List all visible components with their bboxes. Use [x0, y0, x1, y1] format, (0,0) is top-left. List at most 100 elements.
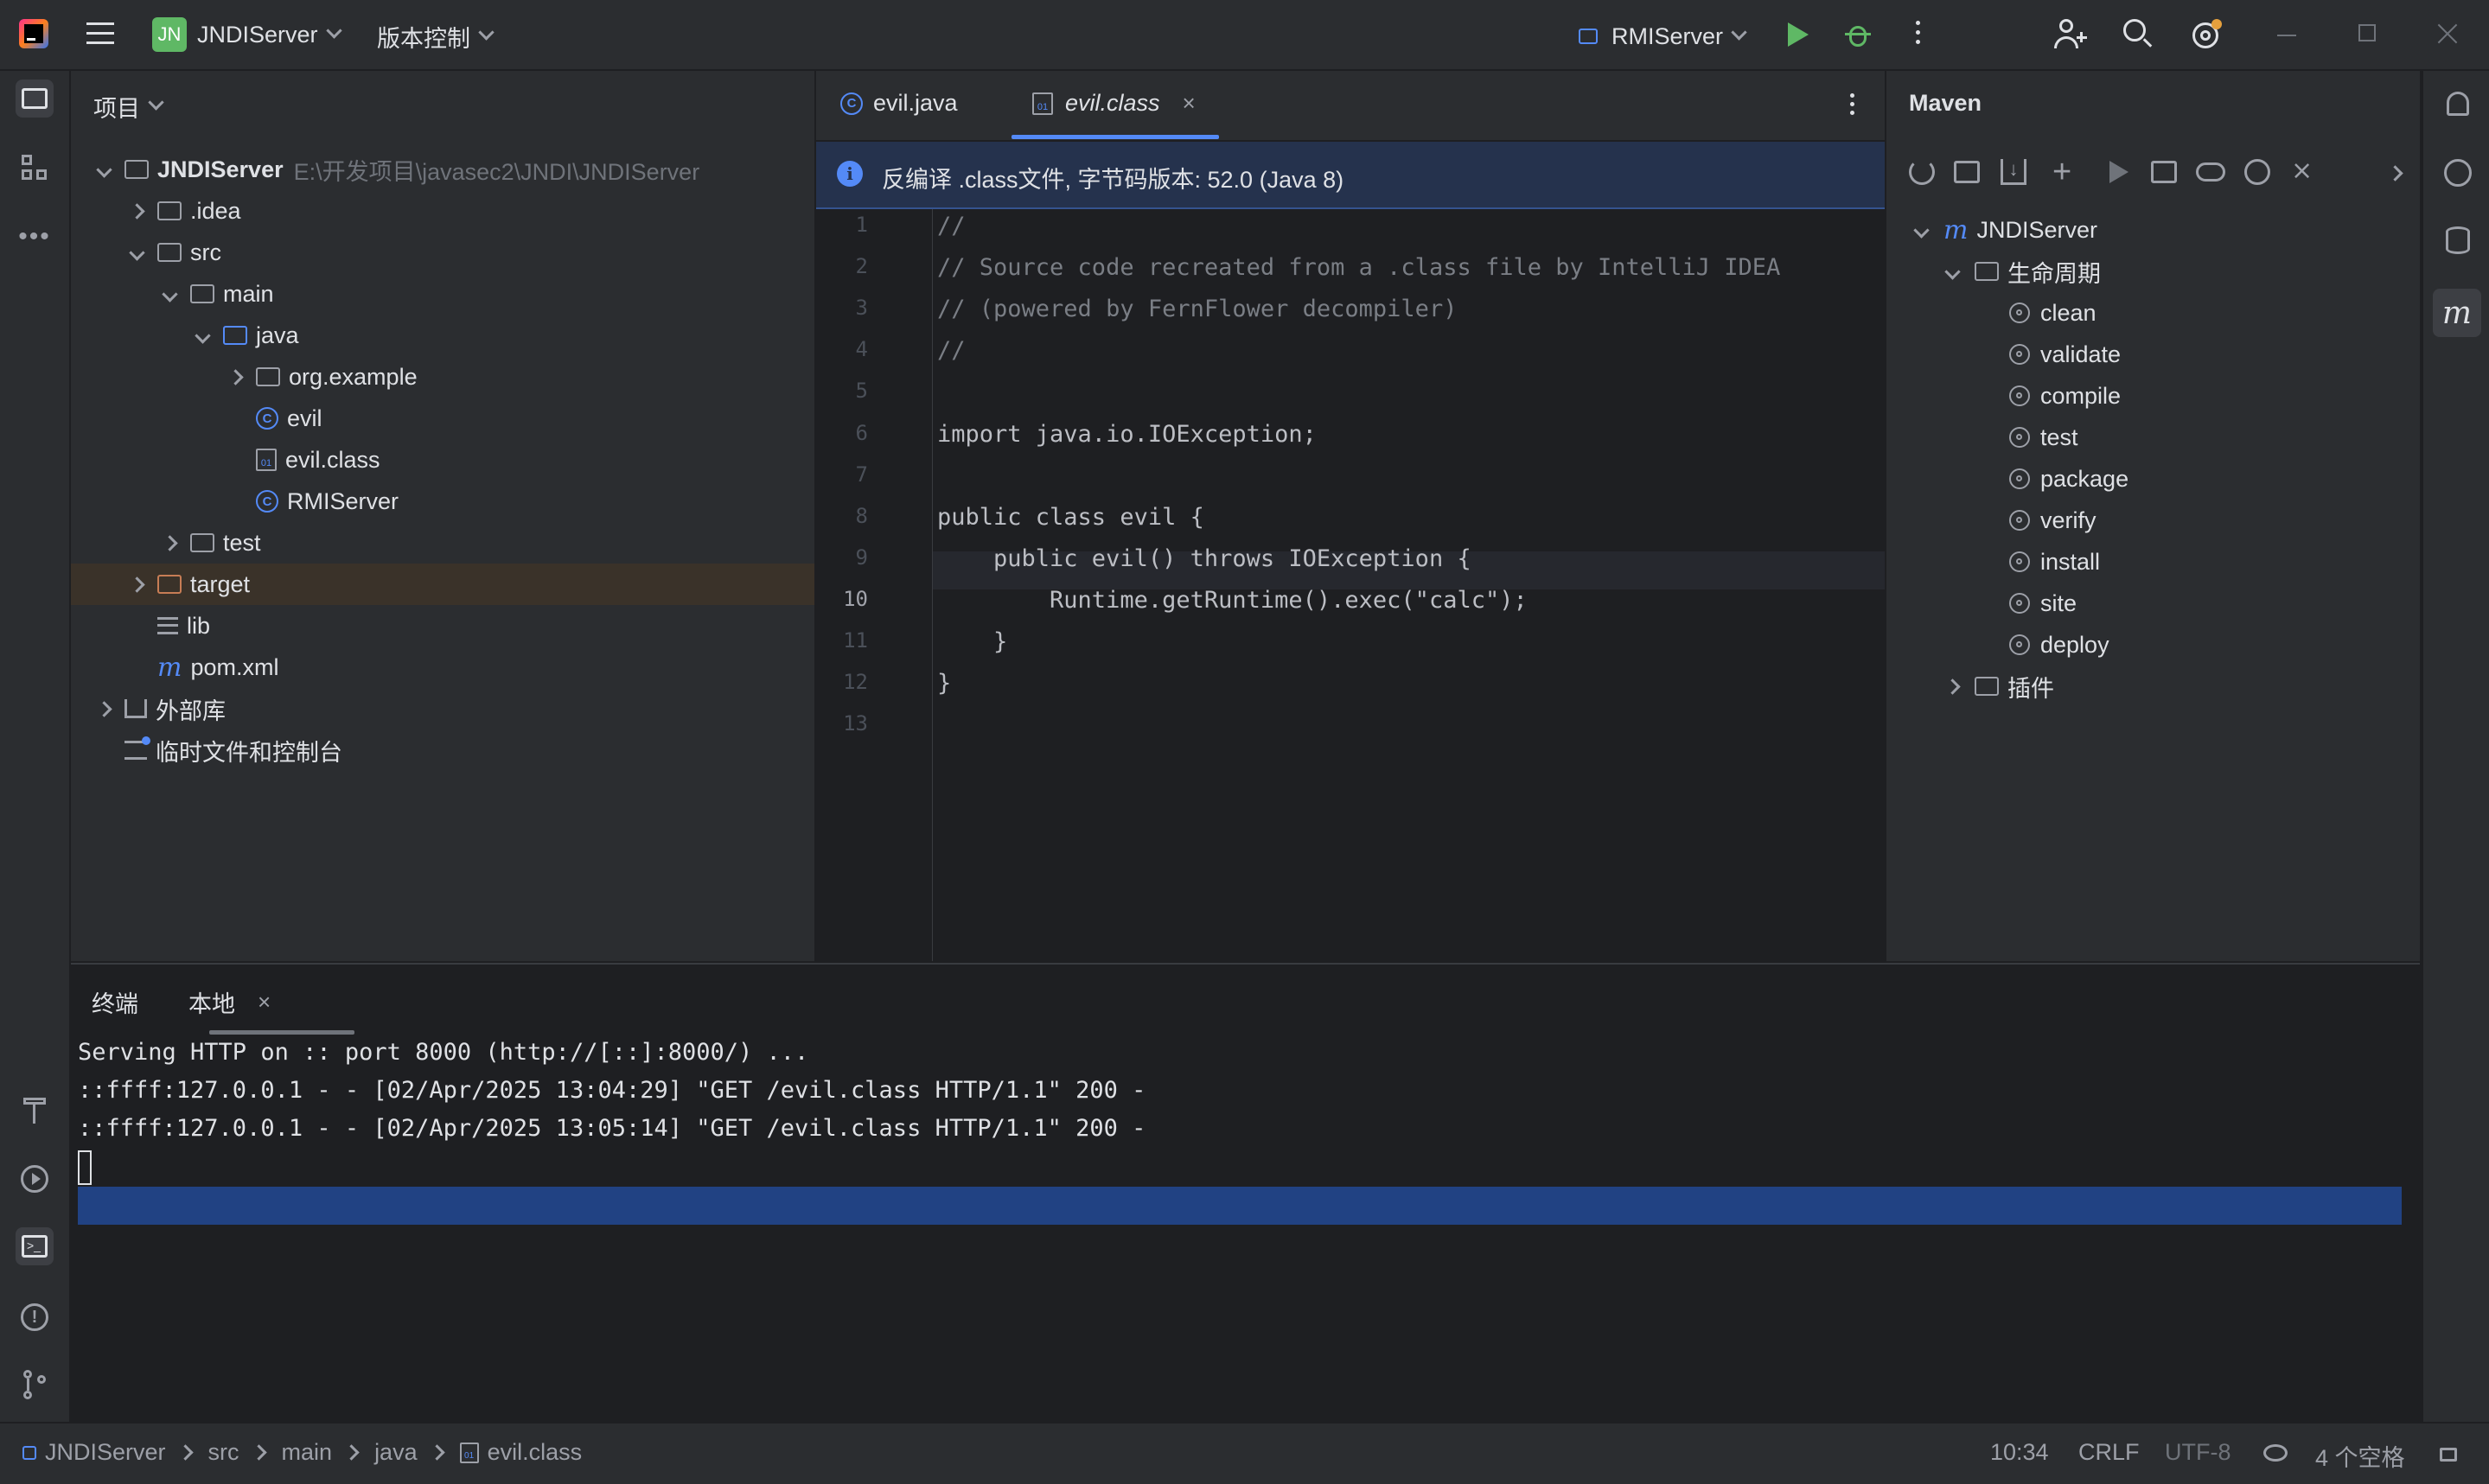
more-tools-icon[interactable]: •••	[16, 218, 54, 256]
line-number[interactable]: 2	[816, 254, 868, 278]
code-line[interactable]: import java.io.IOException;	[937, 421, 1317, 448]
maven-plugins[interactable]: 插件	[1943, 666, 2054, 707]
code-line[interactable]: public evil() throws IOException {	[937, 545, 1471, 572]
tree-item-evil[interactable]: C evil	[227, 398, 322, 439]
tab-evil-java[interactable]: C evil.java	[840, 90, 958, 117]
close-window-icon[interactable]	[2435, 21, 2460, 47]
line-separator[interactable]: CRLF	[2078, 1439, 2140, 1466]
line-number[interactable]: 9	[816, 545, 868, 570]
file-encoding[interactable]: UTF-8	[2165, 1439, 2231, 1466]
tree-item-rmiserver[interactable]: C RMIServer	[227, 481, 399, 522]
code-line[interactable]: public class evil {	[937, 504, 1204, 531]
readonly-eye-icon[interactable]	[2263, 1444, 2288, 1462]
minimize-icon[interactable]	[2277, 35, 2296, 36]
code-line[interactable]: //	[937, 337, 966, 364]
add-icon[interactable]: +	[2052, 154, 2071, 191]
tree-item-test[interactable]: test	[161, 522, 261, 564]
maven-lifecycle[interactable]: 生命周期	[1943, 251, 2101, 292]
indent-setting[interactable]: 4 个空格	[2315, 1439, 2405, 1473]
restore-icon[interactable]	[2358, 24, 2376, 41]
database-icon[interactable]	[2439, 221, 2477, 259]
close-tab-icon[interactable]: ×	[1183, 90, 1196, 117]
maven-goal-compile[interactable]: compile	[2009, 375, 2121, 417]
collapse-all-icon[interactable]: ⨯	[2291, 156, 2313, 186]
tree-item-java[interactable]: java	[194, 315, 299, 356]
line-number[interactable]: 5	[816, 379, 868, 403]
project-widget[interactable]: JN JNDIServer	[152, 16, 342, 54]
structure-tool-icon[interactable]	[16, 149, 54, 187]
code-line[interactable]: // (powered by FernFlower decompiler)	[937, 296, 1457, 322]
search-icon[interactable]	[2123, 19, 2154, 50]
terminal-tab-local[interactable]: 本地 ×	[188, 985, 271, 1019]
tree-item-idea[interactable]: .idea	[128, 190, 241, 232]
code-line[interactable]: Runtime.getRuntime().exec("calc");	[937, 587, 1528, 614]
maven-goal-clean[interactable]: clean	[2009, 292, 2097, 334]
tree-item-main[interactable]: main	[161, 273, 274, 315]
tree-item-org-example[interactable]: org.example	[227, 356, 418, 398]
tree-item-pom[interactable]: m pom.xml	[128, 646, 278, 688]
tree-item-jndiserver[interactable]: JNDIServer E:\开发项目\javasec2\JNDI\JNDISer…	[95, 149, 699, 190]
line-number[interactable]: 3	[816, 296, 868, 320]
breadcrumb-item[interactable]: evil.class	[488, 1439, 583, 1466]
line-number[interactable]: 1	[816, 213, 868, 237]
breadcrumb-item[interactable]: JNDIServer	[45, 1439, 166, 1466]
intellij-logo-icon[interactable]	[19, 19, 48, 48]
tree-item-external-libs[interactable]: 外部库	[95, 688, 226, 729]
tab-evil-class[interactable]: 01 evil.class ×	[1032, 90, 1196, 117]
maven-tool-icon[interactable]: m	[2433, 289, 2481, 337]
maven-project-root[interactable]: m JNDIServer	[1912, 209, 2097, 251]
code-line[interactable]: //	[937, 213, 966, 239]
settings-gear-icon[interactable]	[2191, 19, 2222, 50]
project-panel-header[interactable]: 项目	[93, 90, 164, 124]
line-number[interactable]: 4	[816, 337, 868, 361]
tree-item-lib[interactable]: lib	[128, 605, 210, 646]
run-icon[interactable]	[1788, 22, 1809, 47]
offline-mode-icon[interactable]	[2196, 162, 2225, 182]
code-line[interactable]: // Source code recreated from a .class f…	[937, 254, 1780, 281]
maven-goal-verify[interactable]: verify	[2009, 500, 2097, 541]
close-tab-icon[interactable]: ×	[258, 989, 271, 1016]
breadcrumb-item[interactable]: main	[282, 1439, 333, 1466]
code-with-me-icon[interactable]	[2054, 19, 2087, 50]
debug-icon[interactable]	[1845, 21, 1871, 48]
notifications-bell-icon[interactable]	[2439, 85, 2477, 123]
reload-icon[interactable]	[1909, 159, 1935, 185]
tab-menu-icon[interactable]	[1850, 93, 1855, 119]
add-folder-icon[interactable]	[1954, 161, 1980, 183]
ai-assistant-icon[interactable]	[2439, 154, 2477, 192]
vcs-widget[interactable]: 版本控制	[377, 19, 495, 54]
maven-goal-deploy[interactable]: deploy	[2009, 624, 2109, 666]
lock-icon[interactable]	[2440, 1448, 2457, 1462]
run-config-selector[interactable]: RMIServer	[1579, 19, 1747, 54]
line-number[interactable]: 8	[816, 504, 868, 528]
maven-goal-test[interactable]: test	[2009, 417, 2078, 458]
maven-goal-package[interactable]: package	[2009, 458, 2128, 500]
breadcrumb-item[interactable]: src	[208, 1439, 239, 1466]
line-number[interactable]: 12	[816, 670, 868, 694]
services-icon[interactable]	[16, 1160, 54, 1198]
line-number[interactable]: 11	[816, 628, 868, 653]
line-number[interactable]: 7	[816, 462, 868, 487]
terminal-tool-icon[interactable]: >_	[16, 1227, 54, 1265]
tree-item-evil-class[interactable]: 01 evil.class	[227, 439, 380, 481]
tree-item-scratches[interactable]: 临时文件和控制台	[95, 729, 342, 771]
caret-position[interactable]: 10:34	[1990, 1439, 2049, 1466]
execute-goal-icon[interactable]	[2151, 161, 2177, 183]
expand-toolbar-icon[interactable]	[2387, 165, 2403, 183]
code-line[interactable]: }	[937, 670, 951, 697]
code-line[interactable]: }	[937, 628, 1007, 655]
skip-tests-icon[interactable]	[2244, 159, 2270, 185]
problems-icon[interactable]: !	[16, 1298, 54, 1336]
line-number[interactable]: 10	[816, 587, 868, 611]
line-number[interactable]: 13	[816, 711, 868, 736]
run-maven-icon[interactable]	[2109, 161, 2128, 183]
maven-goal-validate[interactable]: validate	[2009, 334, 2121, 375]
tree-item-target[interactable]: target	[128, 564, 250, 605]
more-actions-icon[interactable]	[1916, 21, 1921, 48]
line-number[interactable]: 6	[816, 421, 868, 445]
breadcrumb-item[interactable]: java	[374, 1439, 418, 1466]
download-icon[interactable]: ↓	[2001, 159, 2026, 185]
main-menu-icon[interactable]	[86, 22, 114, 47]
maven-goal-site[interactable]: site	[2009, 583, 2077, 624]
project-tool-icon[interactable]	[16, 80, 54, 118]
